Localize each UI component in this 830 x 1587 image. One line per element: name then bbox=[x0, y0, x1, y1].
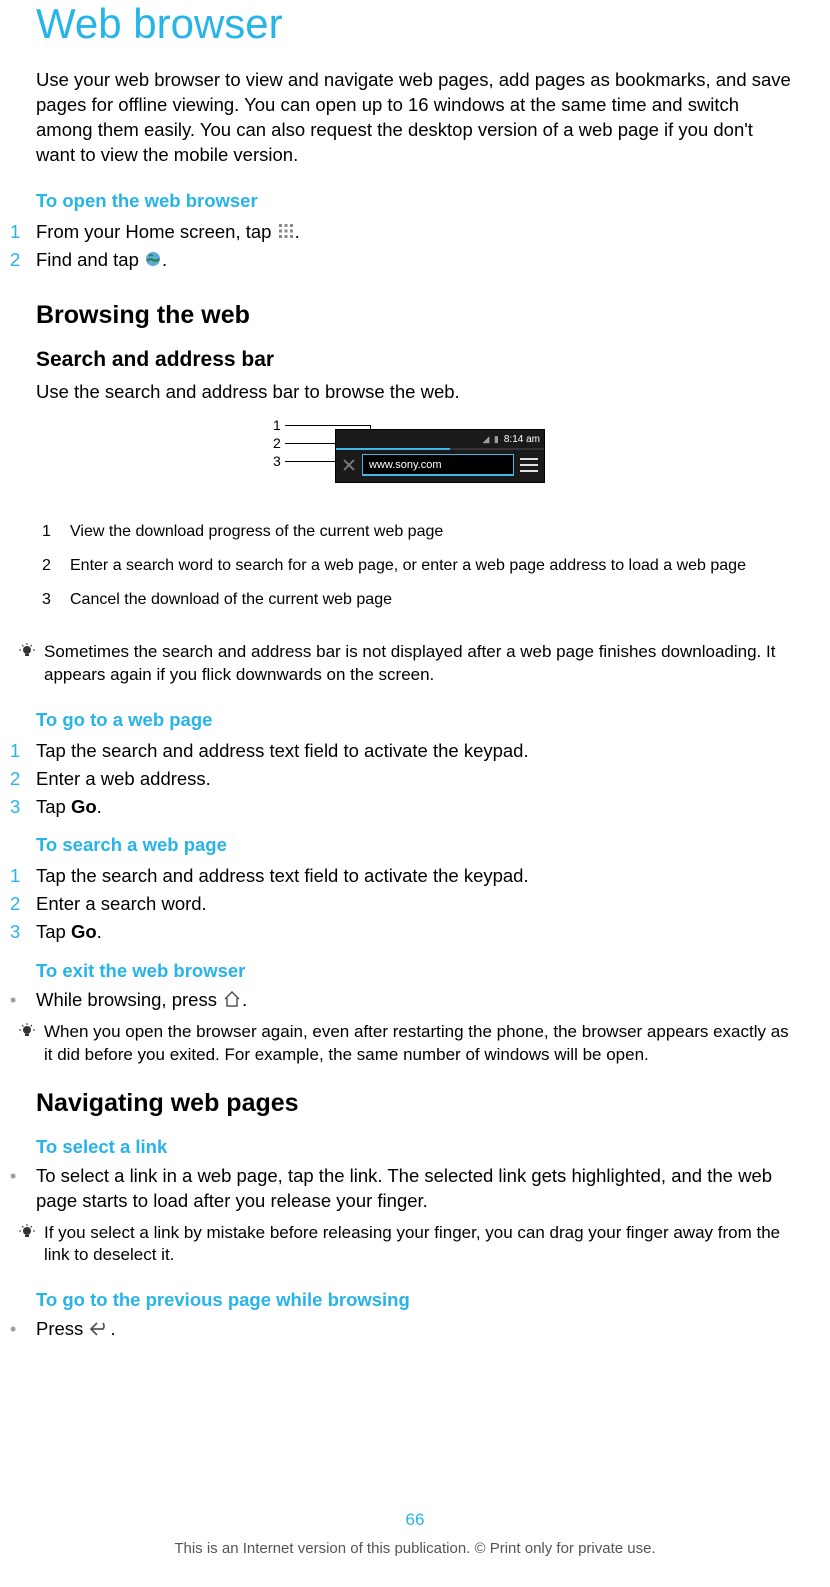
status-icons: ◢ ▮ bbox=[482, 434, 499, 445]
step-text: Press . bbox=[36, 1317, 794, 1342]
menu-icon bbox=[520, 458, 538, 472]
step-select-link: • To select a link in a web page, tap th… bbox=[10, 1164, 794, 1214]
step-num: 3 bbox=[10, 793, 36, 821]
tip-text: When you open the browser again, even af… bbox=[44, 1021, 794, 1067]
bullet-icon: • bbox=[10, 1164, 36, 1214]
heading-search-page: To search a web page bbox=[36, 834, 794, 856]
step-text-frag: Find and tap bbox=[36, 249, 144, 270]
step-text: Tap the search and address text field to… bbox=[36, 862, 794, 890]
tip-block: When you open the browser again, even af… bbox=[18, 1021, 794, 1067]
step-text-frag: From your Home screen, tap bbox=[36, 221, 277, 242]
lightbulb-icon bbox=[18, 641, 36, 687]
step-text: While browsing, press . bbox=[36, 988, 794, 1013]
step-num: 1 bbox=[10, 862, 36, 890]
step-text: Tap Go. bbox=[36, 793, 794, 821]
legend-num: 2 bbox=[42, 557, 70, 575]
diagram-legend: 1View the download progress of the curre… bbox=[42, 515, 788, 617]
step-text-frag: . bbox=[242, 989, 247, 1010]
page-footer: 66 This is an Internet version of this p… bbox=[0, 1510, 830, 1557]
step-text-frag: Tap bbox=[36, 796, 71, 817]
heading-browsing: Browsing the web bbox=[36, 301, 794, 330]
step-num: 2 bbox=[10, 765, 36, 793]
callout-1: 1 bbox=[273, 417, 281, 433]
step-text: From your Home screen, tap . bbox=[36, 218, 794, 246]
legend-desc: View the download progress of the curren… bbox=[70, 523, 788, 541]
legend-desc: Enter a search word to search for a web … bbox=[70, 557, 788, 575]
url-field: www.sony.com bbox=[362, 454, 514, 476]
callout-2: 2 bbox=[273, 435, 281, 451]
step-text: To select a link in a web page, tap the … bbox=[36, 1164, 794, 1214]
step-num: 1 bbox=[10, 218, 36, 246]
heading-open-browser: To open the web browser bbox=[36, 190, 794, 212]
step-text-frag: While browsing, press bbox=[36, 989, 222, 1010]
heading-nav: Navigating web pages bbox=[36, 1089, 794, 1118]
step-exit: • While browsing, press . bbox=[10, 988, 794, 1013]
step-text-frag: . bbox=[110, 1318, 115, 1339]
tip-text: Sometimes the search and address bar is … bbox=[44, 641, 794, 687]
heading-select-link: To select a link bbox=[36, 1136, 794, 1158]
legend-num: 3 bbox=[42, 591, 70, 609]
step-text-bold: Go bbox=[71, 796, 97, 817]
page-number: 66 bbox=[0, 1510, 830, 1530]
globe-icon bbox=[144, 250, 162, 268]
heading-exit-browser: To exit the web browser bbox=[36, 960, 794, 982]
heading-prev-page: To go to the previous page while browsin… bbox=[36, 1289, 794, 1311]
step-text-frag: Press bbox=[36, 1318, 88, 1339]
status-time: 8:14 am bbox=[504, 434, 540, 445]
bullet-icon: • bbox=[10, 1317, 36, 1342]
step-prev-page: • Press . bbox=[10, 1317, 794, 1342]
address-bar-diagram: 1 2 3 ◢ ▮ 8:14 am www.sony.com bbox=[36, 423, 794, 487]
step-text-frag: . bbox=[162, 249, 167, 270]
lightbulb-icon bbox=[18, 1222, 36, 1268]
legend-num: 1 bbox=[42, 523, 70, 541]
heading-search-bar: Search and address bar bbox=[36, 348, 794, 372]
tip-block: Sometimes the search and address bar is … bbox=[18, 641, 794, 687]
step-text: Enter a web address. bbox=[36, 765, 794, 793]
legend-desc: Cancel the download of the current web p… bbox=[70, 591, 788, 609]
search-bar-text: Use the search and address bar to browse… bbox=[36, 380, 794, 405]
progress-bar bbox=[336, 448, 544, 450]
apps-grid-icon bbox=[277, 222, 295, 240]
step-num: 2 bbox=[10, 246, 36, 274]
tip-block: If you select a link by mistake before r… bbox=[18, 1222, 794, 1268]
step-text: Enter a search word. bbox=[36, 890, 794, 918]
close-icon bbox=[342, 458, 356, 472]
step-text: Tap the search and address text field to… bbox=[36, 737, 794, 765]
steps-goto-page: 1Tap the search and address text field t… bbox=[36, 737, 794, 820]
step-text-frag: . bbox=[97, 796, 102, 817]
lightbulb-icon bbox=[18, 1021, 36, 1067]
step-text: Find and tap . bbox=[36, 246, 794, 274]
bullet-icon: • bbox=[10, 988, 36, 1013]
step-num: 3 bbox=[10, 918, 36, 946]
step-num: 1 bbox=[10, 737, 36, 765]
step-text-frag: Tap bbox=[36, 921, 71, 942]
steps-open-browser: 1 From your Home screen, tap . 2 Find an… bbox=[36, 218, 794, 274]
heading-goto-page: To go to a web page bbox=[36, 709, 794, 731]
footer-notice: This is an Internet version of this publ… bbox=[0, 1540, 830, 1557]
tip-text: If you select a link by mistake before r… bbox=[44, 1222, 794, 1268]
page-title: Web browser bbox=[36, 0, 794, 48]
intro-text: Use your web browser to view and navigat… bbox=[36, 68, 794, 168]
home-icon bbox=[222, 990, 242, 1008]
step-text-frag: . bbox=[97, 921, 102, 942]
step-text-bold: Go bbox=[71, 921, 97, 942]
steps-search-page: 1Tap the search and address text field t… bbox=[36, 862, 794, 945]
back-icon bbox=[88, 1321, 110, 1337]
step-text-frag: . bbox=[295, 221, 300, 242]
step-text: Tap Go. bbox=[36, 918, 794, 946]
step-num: 2 bbox=[10, 890, 36, 918]
callout-3: 3 bbox=[273, 453, 281, 469]
